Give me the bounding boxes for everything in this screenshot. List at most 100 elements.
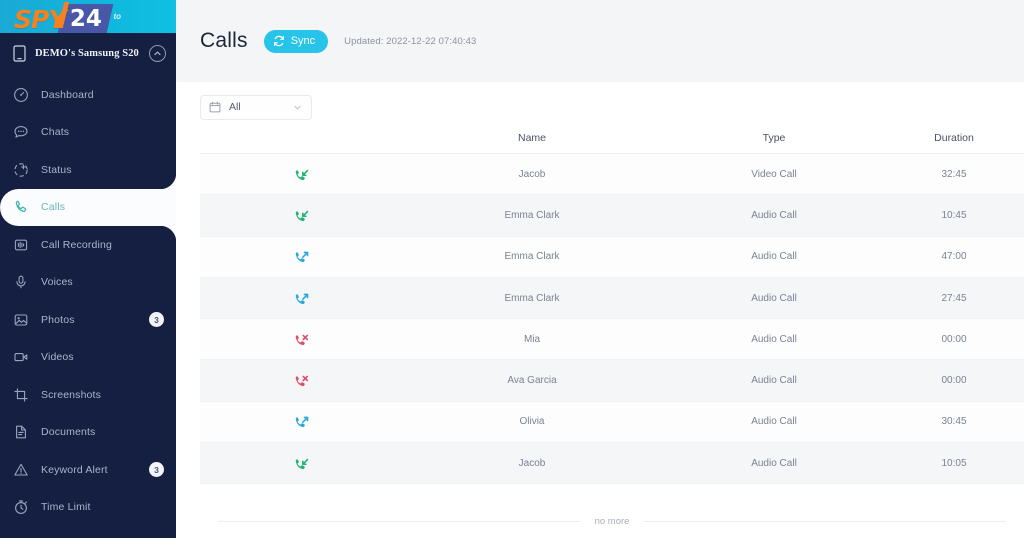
sidebar-nav: Dashboard Chats Status Calls Call Record… — [0, 76, 176, 526]
cell-type: Audio Call — [664, 318, 884, 361]
filter-row: All — [200, 82, 1024, 132]
table-row[interactable]: Ava Garcia Audio Call 00:00 — [200, 359, 1024, 402]
sidebar-item-label: Photos — [41, 313, 75, 326]
sidebar-item-label: Dashboard — [41, 88, 94, 101]
cell-duration: 32:45 — [884, 153, 1024, 196]
cell-type: Audio Call — [664, 277, 884, 320]
sidebar-item-time-limit[interactable]: Time Limit — [0, 489, 176, 527]
sidebar-item-dashboard[interactable]: Dashboard — [0, 76, 176, 114]
app-root: SPY 24 to DEMO's Samsung S20 Dashboard C… — [0, 0, 1024, 538]
divider-line-left — [218, 521, 581, 522]
table-row[interactable]: Mia Audio Call 00:00 — [200, 318, 1024, 361]
mobile-device-icon — [13, 44, 26, 62]
status-plus-icon — [12, 161, 29, 178]
call-direction-icon-outgoing — [200, 401, 400, 444]
cell-name: Jacob — [400, 153, 664, 196]
call-direction-icon-incoming — [200, 153, 400, 196]
table-header-row: Name Type Duration — [200, 132, 1024, 154]
document-icon — [12, 424, 29, 441]
sync-button[interactable]: Sync — [263, 29, 329, 53]
image-icon — [12, 311, 29, 328]
calls-panel: All Name Type Duration Jacob Video Call … — [200, 82, 1024, 538]
divider-line-right — [643, 521, 1007, 522]
sidebar-item-label: Documents — [41, 426, 96, 439]
cell-type: Audio Call — [664, 194, 884, 237]
brand-logo[interactable]: SPY 24 to — [0, 0, 176, 33]
column-header-duration: Duration — [884, 132, 1024, 154]
sidebar-item-voices[interactable]: Voices — [0, 264, 176, 302]
cell-name: Emma Clark — [400, 194, 664, 237]
sidebar-item-label: Call Recording — [41, 238, 112, 251]
microphone-icon — [12, 274, 29, 291]
waveform-icon — [12, 236, 29, 253]
cell-type: Audio Call — [664, 236, 884, 278]
call-direction-icon-incoming — [200, 442, 400, 485]
device-name-label: DEMO's Samsung S20 — [35, 47, 139, 59]
main-content: Calls Sync Updated: 2022-12-22 07:40:43 — [176, 0, 1024, 538]
column-header-icon — [200, 132, 400, 154]
sidebar-item-label: Screenshots — [41, 388, 102, 401]
page-header: Calls Sync Updated: 2022-12-22 07:40:43 — [176, 0, 1024, 82]
call-direction-icon-outgoing — [200, 236, 400, 278]
cell-duration: 47:00 — [884, 236, 1024, 278]
call-direction-icon-missed — [200, 318, 400, 361]
table-row[interactable]: Jacob Audio Call 10:05 — [200, 442, 1024, 485]
date-filter-select[interactable]: All — [200, 94, 312, 120]
column-header-name: Name — [400, 132, 664, 154]
chat-bubble-icon — [12, 124, 29, 141]
sidebar-item-calls[interactable]: Calls — [0, 188, 176, 226]
cell-duration: 00:00 — [884, 318, 1024, 361]
updated-timestamp: Updated: 2022-12-22 07:40:43 — [344, 35, 477, 47]
sidebar-item-photos[interactable]: Photos 3 — [0, 301, 176, 339]
crop-icon — [12, 386, 29, 403]
table-row[interactable]: Emma Clark Audio Call 27:45 — [200, 277, 1024, 320]
refresh-icon — [273, 35, 285, 47]
sidebar-item-label: Videos — [41, 351, 74, 364]
call-direction-icon-outgoing — [200, 277, 400, 320]
table-row[interactable]: Emma Clark Audio Call 47:00 — [200, 236, 1024, 278]
date-filter-value: All — [229, 101, 241, 113]
cell-type: Audio Call — [664, 359, 884, 402]
calls-table: Name Type Duration Jacob Video Call 32:45 E… — [200, 132, 1024, 485]
stopwatch-icon — [12, 499, 29, 516]
sidebar-item-label: Status — [41, 163, 72, 176]
chevron-down-icon — [292, 102, 303, 113]
cell-name: Mia — [400, 318, 664, 361]
table-row[interactable]: Emma Clark Audio Call 10:45 — [200, 194, 1024, 237]
logo-superscript: to — [113, 12, 122, 21]
warning-triangle-icon — [12, 461, 29, 478]
device-selector[interactable]: DEMO's Samsung S20 — [0, 33, 176, 73]
sidebar-item-chats[interactable]: Chats — [0, 114, 176, 152]
calendar-icon — [209, 101, 221, 113]
end-of-list-divider: no more — [200, 516, 1024, 527]
sidebar-item-keyword-alert[interactable]: Keyword Alert 3 — [0, 451, 176, 489]
table-row[interactable]: Olivia Audio Call 30:45 — [200, 401, 1024, 444]
cell-name: Ava Garcia — [400, 359, 664, 402]
video-camera-icon — [12, 349, 29, 366]
cell-duration: 27:45 — [884, 277, 1024, 320]
table-row[interactable]: Jacob Video Call 32:45 — [200, 153, 1024, 196]
logo-24-text: 24 — [70, 5, 103, 32]
sidebar-item-videos[interactable]: Videos — [0, 339, 176, 377]
call-direction-icon-incoming — [200, 194, 400, 237]
sidebar-badge-keyword-alert: 3 — [149, 462, 164, 478]
sidebar-item-screenshots[interactable]: Screenshots — [0, 376, 176, 414]
sidebar-item-documents[interactable]: Documents — [0, 414, 176, 452]
cell-duration: 10:05 — [884, 442, 1024, 485]
sidebar-item-status[interactable]: Status — [0, 151, 176, 189]
cell-type: Video Call — [664, 153, 884, 196]
cell-name: Emma Clark — [400, 236, 664, 278]
sidebar-item-label: Chats — [41, 126, 70, 139]
logo-spy-text: SPY — [14, 5, 66, 34]
cell-name: Emma Clark — [400, 277, 664, 320]
chevron-up-icon[interactable] — [149, 44, 166, 62]
sidebar-item-label: Calls — [41, 201, 66, 214]
calls-table-body: Jacob Video Call 32:45 Emma Clark Audio Call… — [200, 153, 1024, 485]
calls-table-head: Name Type Duration — [200, 132, 1024, 154]
cell-name: Olivia — [400, 401, 664, 444]
call-direction-icon-missed — [200, 359, 400, 402]
cell-duration: 30:45 — [884, 401, 1024, 444]
sidebar-item-label: Time Limit — [41, 501, 91, 514]
cell-duration: 00:00 — [884, 359, 1024, 402]
sidebar-item-call-recording[interactable]: Call Recording — [0, 226, 176, 264]
